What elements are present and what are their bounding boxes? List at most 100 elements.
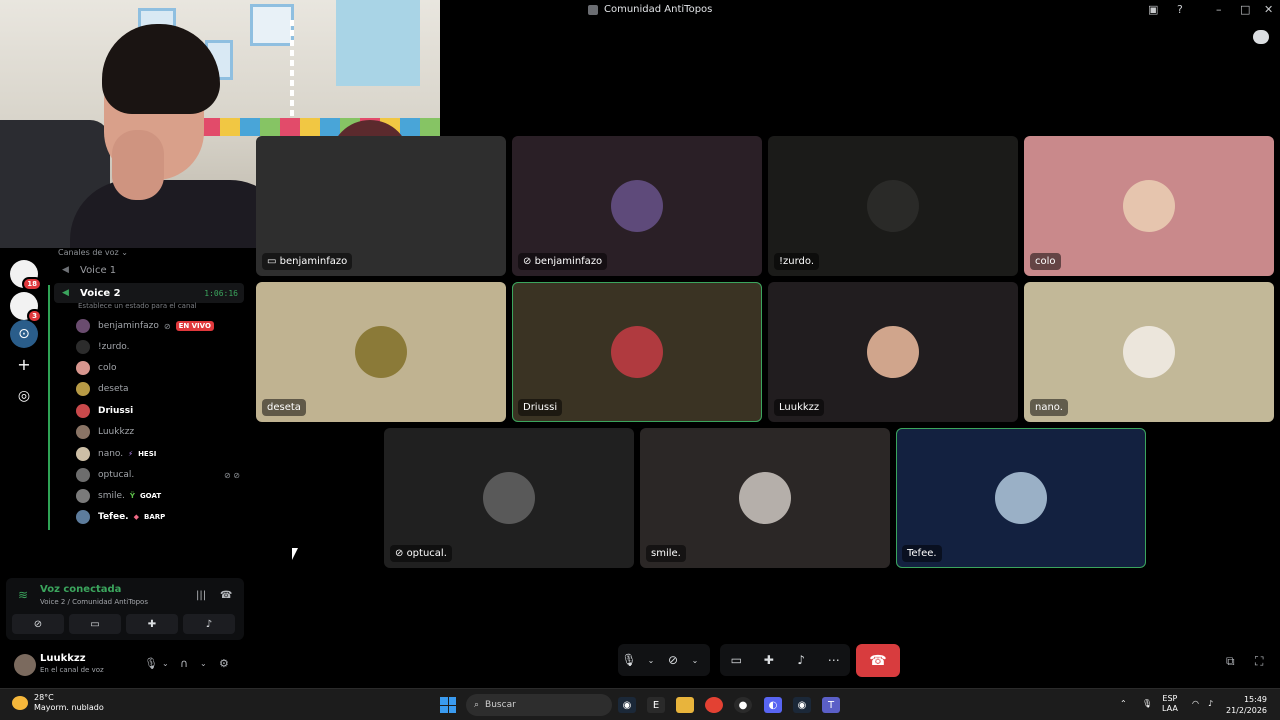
activities-button[interactable]: ✚ [126,614,178,634]
avatar [76,340,90,354]
popout-icon[interactable]: ⧉ [1226,654,1235,669]
voice-member[interactable]: optucal. ⊘ ⊘ [76,466,246,484]
chevron-down-icon[interactable]: ⌄ [684,656,706,665]
channel-voice-1[interactable]: ◀ Voice 1 [54,260,244,280]
video-tile[interactable]: nano. [1024,282,1274,422]
tile-label: smile. [646,545,686,562]
video-tile[interactable]: Tefee. [896,428,1146,568]
folder-icon[interactable] [676,697,694,713]
video-tile[interactable]: deseta [256,282,506,422]
discord-icon[interactable]: ◐ [764,697,782,713]
teams-icon[interactable]: T [822,697,840,713]
voice-channel-path[interactable]: Voice 2 / Comunidad AntiTopos [40,598,148,606]
github-icon[interactable]: ● [734,697,752,713]
username[interactable]: Luukkzz [40,653,86,664]
channel-name: Voice 2 [80,287,121,299]
more-options-icon[interactable]: ⋯ [823,653,845,667]
avatar[interactable] [14,654,36,676]
avatar [611,326,663,378]
server-icon[interactable]: 3 [10,292,42,323]
member-tag: GOAT [139,492,162,500]
language-indicator[interactable]: ESP LAA [1162,694,1178,714]
minimize-button[interactable]: – [1216,3,1222,16]
weather-widget[interactable]: 28°C Mayorm. nublado [12,693,104,713]
member-name: !zurdo. [98,342,130,352]
chevron-up-icon[interactable]: ⌃ [1120,699,1127,709]
activities-icon[interactable]: ✚ [758,653,780,667]
voice-member[interactable]: !zurdo. [76,338,246,356]
inbox-icon[interactable]: ▣ [1148,3,1158,16]
maximize-button[interactable]: □ [1240,3,1250,16]
member-name: Tefee. [98,512,129,522]
taskbar-search[interactable]: ⌕ Buscar [466,694,612,716]
voice-member[interactable]: smile. Ÿ GOAT [76,487,246,505]
category-header[interactable]: Canales de voz ⌄ [58,248,128,257]
volume-icon[interactable]: ♪ [1208,699,1213,709]
add-server-icon[interactable]: + [10,350,38,378]
camera-toggle-button[interactable]: ⊘ [12,614,64,634]
weather-temp: 28°C [34,693,54,702]
chat-bubble-icon[interactable] [1253,30,1269,44]
mouse-cursor [292,548,298,560]
tile-label: ⊘ benjaminfazo [518,253,608,270]
video-tile[interactable]: !zurdo. [768,136,1018,276]
video-tile[interactable]: Luukkzz [768,282,1018,422]
steam-icon[interactable]: ◉ [793,697,811,713]
camera-off-icon[interactable]: ⊘ [662,653,684,667]
tile-label: Driussi [518,399,563,416]
avatar [76,447,90,461]
eraser-icon: ◆ [133,513,139,521]
steam-icon[interactable]: ◉ [618,697,636,713]
channel-status[interactable]: Establece un estado para el canal [78,302,197,310]
gear-icon[interactable]: ⚙ [219,657,229,670]
microphone-icon[interactable]: 🎙 [618,653,640,667]
user-status: En el canal de voz [40,666,104,674]
server-icon[interactable]: ⊙ [10,320,38,348]
soundboard-button[interactable]: ♪ [183,614,235,634]
voice-member[interactable]: colo [76,359,246,377]
video-tile[interactable]: ▭ benjaminfazo [256,136,506,276]
voice-member[interactable]: Driussi [76,402,246,420]
screen-share-button[interactable]: ▭ [69,614,121,634]
explore-icon[interactable]: ◎ [10,382,38,410]
video-tile[interactable]: Driussi [512,282,762,422]
server-icon[interactable]: 18 [10,260,42,291]
tile-label: nano. [1030,399,1068,416]
person-hand [112,130,164,200]
signal-icon[interactable]: ≋ [18,588,28,602]
avatar [76,404,90,418]
microphone-icon[interactable]: 🎙 [1142,699,1152,709]
close-button[interactable]: ✕ [1264,3,1273,16]
start-button[interactable] [440,697,456,713]
wifi-icon[interactable]: ◠ [1192,699,1199,709]
soundboard-icon[interactable]: ♪ [790,653,812,667]
voice-member[interactable]: nano. ⚡ HESI [76,445,246,463]
voice-member[interactable]: benjaminfazo ⊘ EN VIVO [76,317,246,335]
chevron-down-icon[interactable]: ⌄ [200,659,207,668]
disconnect-button[interactable]: ☎ [856,644,900,677]
voice-member[interactable]: Luukkzz [76,423,246,441]
chevron-down-icon[interactable]: ⌄ [162,659,169,668]
disconnect-icon[interactable]: ☎ [220,590,232,601]
screen-share-icon[interactable]: ▭ [725,653,747,667]
avatar [483,472,535,524]
channel-voice-2[interactable]: ◀ Voice 2 1:06:16 [54,283,244,303]
fullscreen-icon[interactable]: ⛶ [1255,654,1263,669]
video-tile[interactable]: ⊘ benjaminfazo [512,136,762,276]
voice-member[interactable]: deseta [76,380,246,398]
epic-games-icon[interactable]: E [647,697,665,713]
microphone-icon[interactable]: 🎙 [144,657,158,670]
voice-member[interactable]: Tefee. ◆ BARP [76,508,246,526]
video-tile[interactable]: colo [1024,136,1274,276]
headphones-icon[interactable]: ∩ [180,657,188,670]
noise-suppression-icon[interactable]: ||| [196,590,206,601]
video-tile[interactable]: smile. [640,428,890,568]
chrome-icon[interactable] [705,697,723,713]
help-icon[interactable]: ? [1177,3,1183,16]
video-tile[interactable]: ⊘ optucal. [384,428,634,568]
chevron-down-icon[interactable]: ⌄ [640,656,662,665]
wall-shelf [250,4,294,46]
avatar [867,326,919,378]
mic-camera-controls: 🎙 ⌄ ⊘ ⌄ [618,644,710,676]
clock[interactable]: 15:49 21/2/2026 [1226,694,1267,716]
